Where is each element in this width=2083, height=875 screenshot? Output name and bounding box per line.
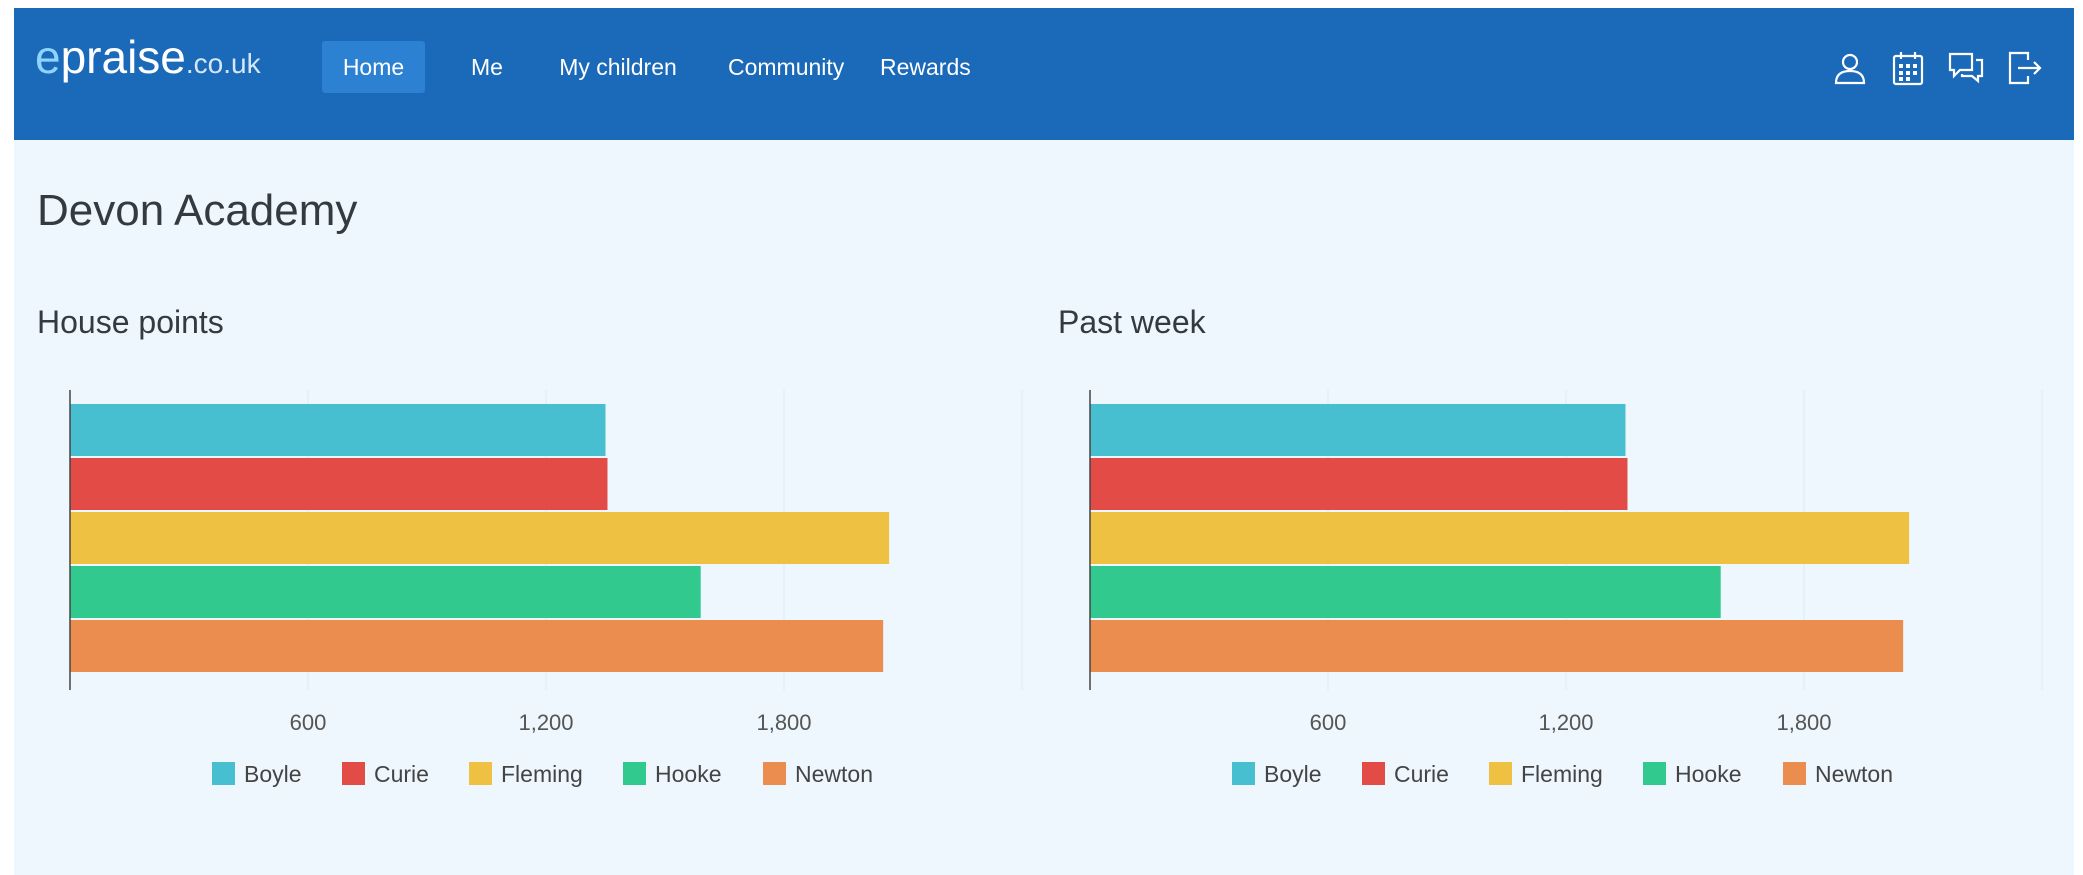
past-week-chart: 600 1,200 1,800 Boyle Curie Fleming Hooke Newto…: [1089, 390, 2043, 787]
top-navbar: epraise.co.uk Home Me My children Commun…: [14, 8, 2074, 140]
legend-swatch-newton: [1783, 762, 1806, 785]
x-tick-label: 1,200: [518, 710, 573, 735]
bar-boyle[interactable]: [1090, 404, 1626, 456]
calendar-icon[interactable]: [1888, 48, 1928, 88]
legend-label-boyle[interactable]: Boyle: [244, 761, 302, 787]
legend-swatch-newton: [763, 762, 786, 785]
messages-icon[interactable]: [1946, 48, 1986, 88]
bar-fleming[interactable]: [70, 512, 890, 564]
nav-home[interactable]: Home: [322, 41, 425, 93]
legend-label-hooke[interactable]: Hooke: [655, 761, 721, 787]
legend-label-newton[interactable]: Newton: [795, 761, 873, 787]
legend-label-curie[interactable]: Curie: [1394, 761, 1449, 787]
legend-label-fleming[interactable]: Fleming: [1521, 761, 1603, 787]
nav-rewards[interactable]: Rewards: [860, 41, 980, 93]
bar-fleming[interactable]: [1090, 512, 1910, 564]
nav-community[interactable]: Community: [708, 41, 848, 93]
logout-icon[interactable]: [2004, 48, 2044, 88]
legend-swatch-hooke: [623, 762, 646, 785]
legend-swatch-fleming: [469, 762, 492, 785]
legend-swatch-hooke: [1643, 762, 1666, 785]
past-week-title: Past week: [1058, 304, 1206, 340]
legend-label-fleming[interactable]: Fleming: [501, 761, 583, 787]
epraise-logo[interactable]: epraise.co.uk: [35, 30, 261, 84]
app-frame: epraise.co.uk Home Me My children Commun…: [14, 8, 2074, 875]
house-points-title: House points: [37, 304, 224, 340]
user-icon[interactable]: [1830, 48, 1870, 88]
house-points-chart: 600 1,200 1,800 Boyle Curie Fleming Hooke Newto…: [69, 390, 1023, 787]
bar-hooke[interactable]: [70, 566, 701, 618]
page-title: Devon Academy: [37, 186, 358, 235]
legend-label-newton[interactable]: Newton: [1815, 761, 1893, 787]
x-tick-label: 600: [1310, 710, 1347, 735]
legend-label-curie[interactable]: Curie: [374, 761, 429, 787]
nav-me[interactable]: Me: [451, 41, 523, 93]
legend-swatch-boyle: [1232, 762, 1255, 785]
bar-curie[interactable]: [70, 458, 608, 510]
x-tick-label: 600: [290, 710, 327, 735]
bar-newton[interactable]: [1090, 620, 1904, 672]
bar-curie[interactable]: [1090, 458, 1628, 510]
legend-label-hooke[interactable]: Hooke: [1675, 761, 1741, 787]
legend-swatch-curie: [342, 762, 365, 785]
x-tick-label: 1,800: [756, 710, 811, 735]
bar-boyle[interactable]: [70, 404, 606, 456]
legend-swatch-fleming: [1489, 762, 1512, 785]
legend-swatch-boyle: [212, 762, 235, 785]
legend-swatch-curie: [1362, 762, 1385, 785]
legend-label-boyle[interactable]: Boyle: [1264, 761, 1322, 787]
x-tick-label: 1,200: [1538, 710, 1593, 735]
nav-my-children[interactable]: My children: [538, 41, 698, 93]
x-tick-label: 1,800: [1776, 710, 1831, 735]
bar-hooke[interactable]: [1090, 566, 1721, 618]
bar-newton[interactable]: [70, 620, 884, 672]
